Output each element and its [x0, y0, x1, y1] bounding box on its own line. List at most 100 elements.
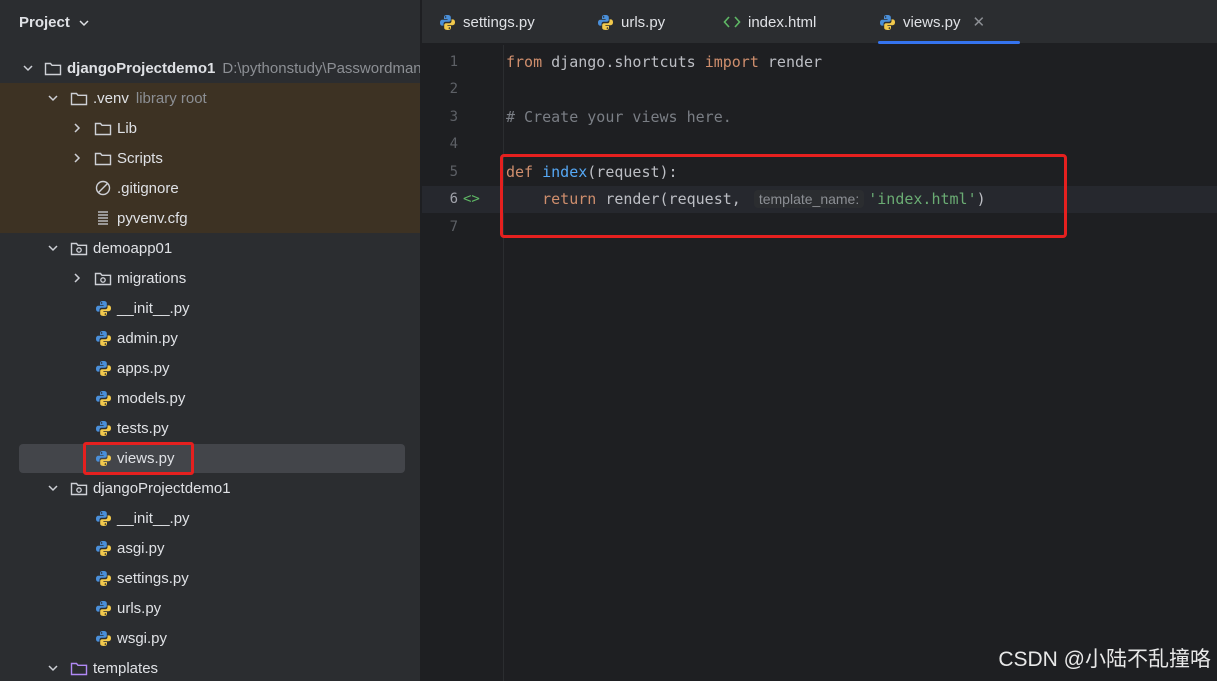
tree-item-label: wsgi.py — [117, 629, 168, 647]
tree-item[interactable]: Scripts — [0, 143, 420, 173]
code-line[interactable]: 1 from django.shortcuts import render — [422, 48, 1217, 75]
python-file-icon — [94, 420, 112, 436]
chevron-right-icon[interactable] — [70, 271, 84, 285]
editor-tab-label: views.py — [903, 13, 961, 31]
python-file-icon — [94, 390, 112, 406]
editor-tab[interactable]: urls.py — [596, 0, 665, 44]
tree-item-label: migrations — [117, 269, 187, 287]
line-number: 6 — [449, 191, 458, 207]
line-number: 2 — [449, 81, 458, 97]
editor-tab[interactable]: views.py ✕ — [878, 0, 1020, 44]
python-file-icon — [94, 630, 112, 646]
tree-item-hint: D:\pythonstudy\Passwordmanager — [222, 59, 421, 77]
python-file-icon — [94, 540, 112, 556]
folder-icon — [70, 90, 88, 106]
python-file-icon — [94, 360, 112, 376]
chevron-right-icon[interactable] — [70, 151, 84, 165]
python-file-icon — [596, 14, 614, 30]
url-mapping-gutter-icon[interactable]: <> — [463, 191, 480, 207]
tree-item[interactable]: tests.py — [0, 413, 420, 443]
tree-item[interactable]: views.py — [0, 443, 420, 473]
editor-tab-label: index.html — [748, 13, 817, 31]
tree-item[interactable]: asgi.py — [0, 533, 420, 563]
tree-item[interactable]: wsgi.py — [0, 623, 420, 653]
tree-item-label: urls.py — [117, 599, 162, 617]
tree-item-label: templates — [93, 659, 159, 677]
chevron-right-icon[interactable] — [70, 121, 84, 135]
editor-tab-label: settings.py — [463, 13, 535, 31]
project-tree: djangoProjectdemo1 D:\pythonstudy\Passwor… — [0, 53, 421, 681]
code-token: # Create your views here. — [506, 107, 732, 126]
tree-item[interactable]: migrations — [0, 263, 420, 293]
editor-tab[interactable]: index.html — [723, 0, 816, 44]
tree-item-label: demoapp01 — [93, 239, 173, 257]
python-file-icon — [94, 330, 112, 346]
folder-icon — [94, 120, 112, 136]
code-text: from django.shortcuts import render — [506, 53, 822, 71]
code-token: render — [758, 52, 823, 71]
code-line[interactable]: 2 — [422, 76, 1217, 103]
editor-tab[interactable]: settings.py — [438, 0, 535, 44]
watermark: CSDN @小陆不乱撞咯 — [998, 648, 1211, 671]
tree-item[interactable]: .venv library root — [0, 83, 420, 113]
line-number: 5 — [449, 163, 458, 180]
code-token: from — [506, 52, 543, 71]
annotation-highlight-box — [500, 154, 1067, 238]
editor-tab-bar: settings.py urls.py index.html views.py ✕ — [422, 0, 1217, 44]
python-file-icon — [94, 300, 112, 316]
code-token: import — [704, 52, 759, 71]
tree-item[interactable]: __init__.py — [0, 503, 420, 533]
editor-tab-label: urls.py — [621, 13, 666, 31]
tree-item[interactable]: pyvenv.cfg — [0, 203, 420, 233]
tree-item[interactable]: settings.py — [0, 563, 420, 593]
tree-item-label: admin.py — [117, 329, 178, 347]
tree-item-label: Lib — [117, 119, 138, 137]
tree-item[interactable]: demoapp01 — [0, 233, 420, 263]
line-number: 7 — [449, 218, 458, 235]
line-number: 4 — [449, 136, 458, 152]
line-number: 1 — [449, 53, 458, 70]
close-icon[interactable]: ✕ — [973, 13, 986, 31]
tree-item[interactable]: Lib — [0, 113, 420, 143]
config-file-icon — [94, 210, 112, 226]
tree-item[interactable]: djangoProjectdemo1 D:\pythonstudy\Passwor… — [0, 53, 421, 83]
html-file-icon — [723, 14, 741, 30]
folder-icon — [94, 150, 112, 166]
tree-item[interactable]: djangoProjectdemo1 — [0, 473, 420, 503]
tree-item[interactable]: urls.py — [0, 593, 420, 623]
tree-item-label: .gitignore — [117, 179, 179, 197]
package-folder-icon — [70, 240, 88, 256]
tree-item-label: settings.py — [117, 569, 189, 587]
code-editor[interactable]: 1 from django.shortcuts import render 2 3 # … — [422, 45, 1217, 681]
tree-item-label: Scripts — [117, 149, 163, 167]
chevron-down-icon[interactable] — [46, 91, 60, 105]
chevron-down-icon[interactable] — [78, 16, 90, 28]
code-text: # Create your views here. — [506, 108, 732, 126]
chevron-down-icon[interactable] — [46, 481, 60, 495]
python-file-icon — [878, 14, 896, 30]
chevron-down-icon[interactable] — [46, 241, 60, 255]
tree-item[interactable]: apps.py — [0, 353, 420, 383]
tree-item[interactable]: models.py — [0, 383, 420, 413]
tree-item[interactable]: __init__.py — [0, 293, 420, 323]
python-file-icon — [94, 570, 112, 586]
project-panel-header[interactable]: Project — [0, 0, 420, 44]
package-folder-icon — [94, 270, 112, 286]
project-panel: Project djangoProjectdemo1 D:\pythonstudy… — [0, 0, 421, 681]
tree-item[interactable]: .gitignore — [0, 173, 420, 203]
gitignore-icon — [94, 180, 112, 196]
chevron-down-icon[interactable] — [46, 661, 60, 675]
python-file-icon — [438, 14, 456, 30]
active-tab-indicator — [878, 41, 1020, 44]
tree-item-hint: library root — [135, 89, 207, 107]
tree-item-label: djangoProjectdemo1 — [93, 479, 231, 497]
project-panel-title[interactable]: Project — [19, 14, 70, 31]
templates-folder-icon — [70, 660, 88, 676]
tree-item[interactable]: admin.py — [0, 323, 420, 353]
chevron-down-icon[interactable] — [22, 61, 34, 75]
code-token: django.shortcuts — [542, 52, 705, 71]
tree-item[interactable]: templates — [0, 653, 420, 681]
tree-item-label: asgi.py — [117, 539, 165, 557]
folder-icon — [44, 60, 62, 76]
code-line[interactable]: 3 # Create your views here. — [422, 103, 1217, 130]
